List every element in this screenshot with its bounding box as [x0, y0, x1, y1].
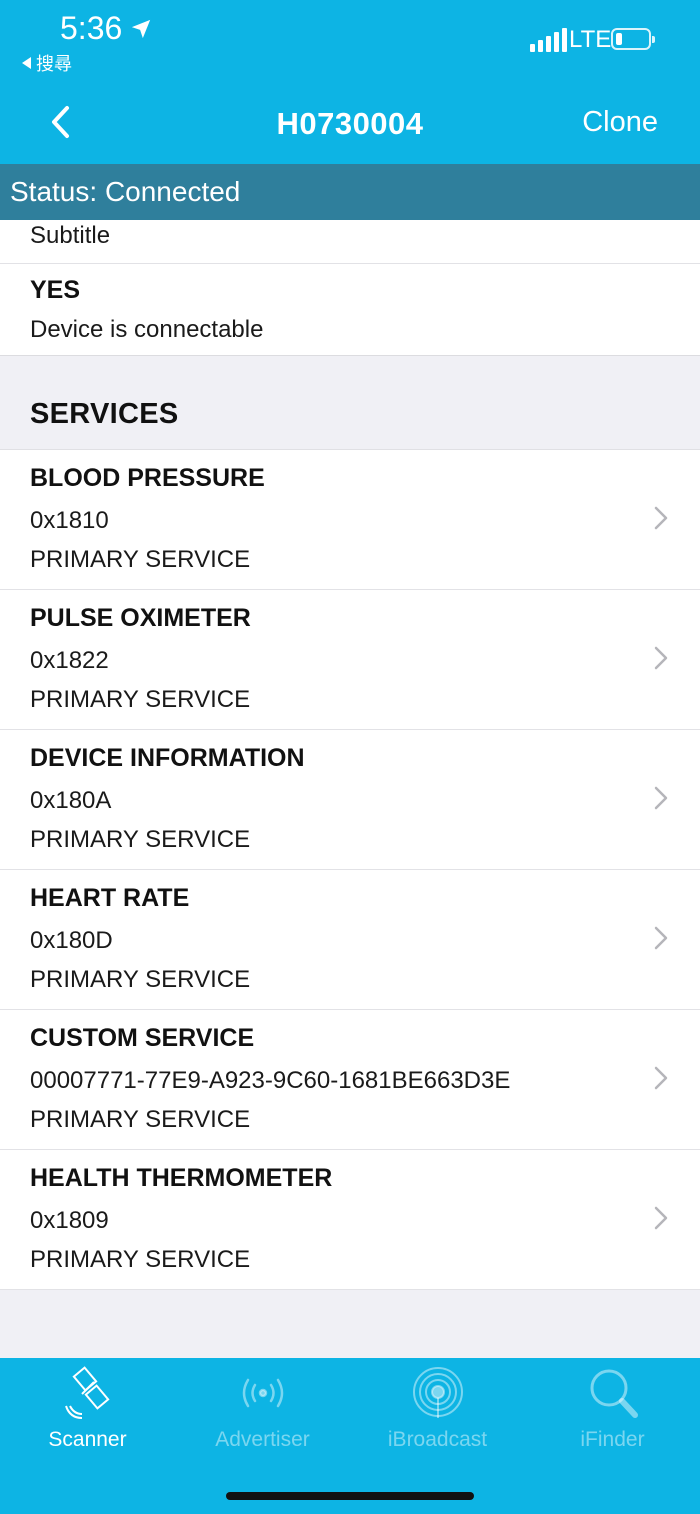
connectable-key: YES: [30, 276, 81, 304]
connection-status: Status: Connected: [0, 164, 700, 220]
service-name: DEVICE INFORMATION: [30, 744, 305, 772]
connectable-value: Device is connectable: [30, 316, 264, 343]
back-button[interactable]: [40, 100, 80, 144]
tab-scanner-label: Scanner: [48, 1428, 127, 1451]
satellite-icon: [64, 1366, 110, 1419]
chevron-right-icon: [654, 786, 668, 810]
clone-button[interactable]: Clone: [582, 106, 658, 139]
service-row[interactable]: HEALTH THERMOMETER 0x1809 PRIMARY SERVIC…: [0, 1150, 700, 1290]
beacon-rings-icon: [412, 1367, 463, 1418]
chevron-right-icon: [654, 506, 668, 530]
chevron-right-icon: [654, 926, 668, 950]
navigation-bar: H0730004 Clone: [0, 86, 700, 162]
app-header: 5:36 搜尋 LTE H0730004 Clone: [0, 0, 700, 164]
back-triangle-icon: [22, 57, 31, 69]
service-uuid: 00007771-77E9-A923-9C60-1681BE663D3E: [30, 1067, 511, 1094]
service-type: PRIMARY SERVICE: [30, 686, 251, 713]
service-row[interactable]: BLOOD PRESSURE 0x1810 PRIMARY SERVICE: [0, 450, 700, 590]
connectable-row: YES Device is connectable: [0, 264, 700, 356]
service-row[interactable]: PULSE OXIMETER 0x1822 PRIMARY SERVICE: [0, 590, 700, 730]
battery-icon: [611, 28, 655, 50]
service-name: HEALTH THERMOMETER: [30, 1164, 333, 1192]
service-name: PULSE OXIMETER: [30, 604, 251, 632]
subtitle-row: Subtitle: [0, 220, 700, 264]
service-type: PRIMARY SERVICE: [30, 546, 251, 573]
tab-ifinder-label: iFinder: [580, 1428, 645, 1451]
service-uuid: 0x180A: [30, 787, 112, 814]
broadcast-icon: [242, 1378, 283, 1408]
system-status-bar: 5:36 搜尋 LTE: [0, 0, 700, 80]
chevron-left-icon: [52, 106, 69, 138]
service-type: PRIMARY SERVICE: [30, 826, 251, 853]
location-arrow-icon: [132, 19, 151, 38]
chevron-right-icon: [654, 646, 668, 670]
service-uuid: 0x1809: [30, 1207, 109, 1234]
service-uuid: 0x180D: [30, 927, 113, 954]
chevron-right-icon: [654, 1066, 668, 1090]
tab-scanner[interactable]: Scanner: [0, 1366, 175, 1462]
home-indicator[interactable]: [226, 1492, 474, 1500]
services-section-header: SERVICES: [0, 356, 700, 450]
service-name: CUSTOM SERVICE: [30, 1024, 255, 1052]
service-uuid: 0x1822: [30, 647, 109, 674]
service-row[interactable]: HEART RATE 0x180D PRIMARY SERVICE: [0, 870, 700, 1010]
clock-time: 5:36: [60, 10, 123, 46]
clock: 5:36: [60, 10, 152, 47]
back-to-app-link[interactable]: 搜尋: [22, 50, 72, 76]
tab-ifinder[interactable]: iFinder: [525, 1366, 700, 1462]
service-name: HEART RATE: [30, 884, 190, 912]
services-list: BLOOD PRESSURE 0x1810 PRIMARY SERVICE PU…: [0, 450, 700, 1290]
device-details-list[interactable]: Subtitle YES Device is connectable SERVI…: [0, 220, 700, 1358]
magnifier-icon: [590, 1369, 638, 1418]
tab-ibroadcast-label: iBroadcast: [387, 1428, 488, 1451]
back-to-app-label: 搜尋: [36, 54, 72, 74]
service-type: PRIMARY SERVICE: [30, 966, 251, 993]
tab-advertiser-label: Advertiser: [215, 1428, 310, 1451]
chevron-right-icon: [654, 1206, 668, 1230]
service-row[interactable]: CUSTOM SERVICE 00007771-77E9-A923-9C60-1…: [0, 1010, 700, 1150]
page-title: H0730004: [276, 106, 424, 141]
service-type: PRIMARY SERVICE: [30, 1106, 251, 1133]
services-header-label: SERVICES: [30, 398, 179, 430]
service-uuid: 0x1810: [30, 507, 109, 534]
tab-ibroadcast[interactable]: iBroadcast: [350, 1366, 525, 1462]
bottom-tab-bar: Scanner Advertiser iBroadcast iFinder: [0, 1358, 700, 1514]
cellular-signal-icon: [530, 28, 567, 52]
service-row[interactable]: DEVICE INFORMATION 0x180A PRIMARY SERVIC…: [0, 730, 700, 870]
tab-advertiser[interactable]: Advertiser: [175, 1366, 350, 1462]
service-type: PRIMARY SERVICE: [30, 1246, 251, 1273]
network-type: LTE: [569, 26, 612, 53]
service-name: BLOOD PRESSURE: [30, 464, 265, 492]
